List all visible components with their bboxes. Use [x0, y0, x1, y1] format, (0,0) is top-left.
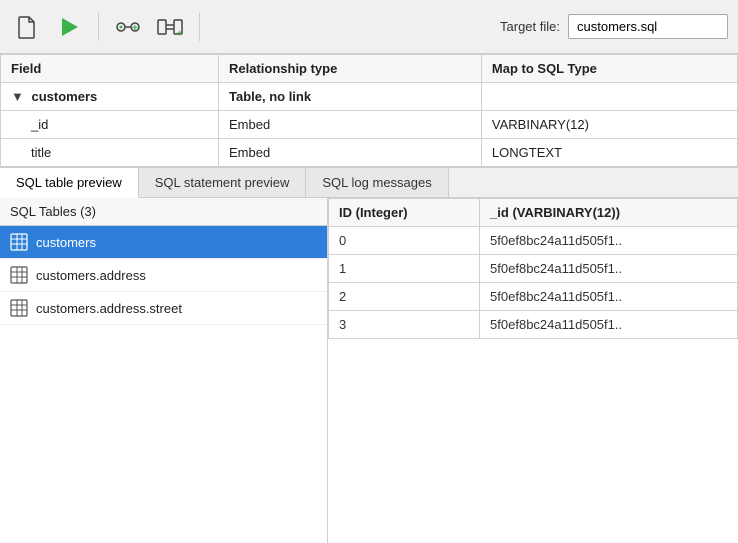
left-panel: SQL Tables (3) customers customers.addre…	[0, 198, 328, 543]
toolbar-divider-2	[199, 13, 200, 41]
table-row: 2 5f0ef8bc24a11d505f1..	[329, 283, 738, 311]
new-file-icon	[16, 15, 38, 39]
rel-type-cell: Table, no link	[218, 83, 481, 111]
tab-sql-table-preview[interactable]: SQL table preview	[0, 168, 139, 198]
bottom-area: SQL Tables (3) customers customers.addre…	[0, 198, 738, 543]
table-row: 1 5f0ef8bc24a11d505f1..	[329, 255, 738, 283]
table-row[interactable]: _id Embed VARBINARY(12)	[1, 111, 738, 139]
id-cell: 0	[329, 227, 480, 255]
sql-table-name: customers	[36, 235, 96, 250]
rel-type-cell: Embed	[218, 111, 481, 139]
rel-type-cell: Embed	[218, 139, 481, 167]
target-file-label: Target file:	[500, 19, 560, 34]
preview-header-row: ID (Integer) _id (VARBINARY(12))	[329, 199, 738, 227]
table-grid-icon	[10, 299, 28, 317]
table-row: 3 5f0ef8bc24a11d505f1..	[329, 311, 738, 339]
field-cell: title	[1, 139, 219, 167]
toolbar: + + Target file:	[0, 0, 738, 54]
sql-tables-header: SQL Tables (3)	[0, 198, 327, 226]
tabs-bar: SQL table preview SQL statement preview …	[0, 167, 738, 198]
connect-icon: +	[157, 16, 183, 38]
table-grid-icon	[10, 233, 28, 251]
table-row[interactable]: title Embed LONGTEXT	[1, 139, 738, 167]
rel-type-header: Relationship type	[218, 55, 481, 83]
schema-table-header-row: Field Relationship type Map to SQL Type	[1, 55, 738, 83]
field-cell: _id	[1, 111, 219, 139]
table-row[interactable]: ▼ customers Table, no link	[1, 83, 738, 111]
val-cell: 5f0ef8bc24a11d505f1..	[480, 227, 738, 255]
target-file-input[interactable]	[568, 14, 728, 39]
table-grid-icon	[10, 266, 28, 284]
sql-table-name: customers.address.street	[36, 301, 182, 316]
sql-table-name: customers.address	[36, 268, 146, 283]
add-relation-button[interactable]: +	[111, 10, 145, 44]
sql-table-item-customers-address[interactable]: customers.address	[0, 259, 327, 292]
table-row: 0 5f0ef8bc24a11d505f1..	[329, 227, 738, 255]
connect-button[interactable]: +	[153, 10, 187, 44]
sql-table-item-customers[interactable]: customers	[0, 226, 327, 259]
sql-type-cell	[481, 83, 737, 111]
id-cell: 3	[329, 311, 480, 339]
svg-text:+: +	[132, 23, 138, 34]
tab-sql-log-messages[interactable]: SQL log messages	[306, 168, 448, 197]
val-cell: 5f0ef8bc24a11d505f1..	[480, 283, 738, 311]
add-relation-icon: +	[115, 16, 141, 38]
id-cell: 2	[329, 283, 480, 311]
val-cell: 5f0ef8bc24a11d505f1..	[480, 255, 738, 283]
id-cell: 1	[329, 255, 480, 283]
sql-table-item-customers-address-street[interactable]: customers.address.street	[0, 292, 327, 325]
sql-type-cell: LONGTEXT	[481, 139, 737, 167]
toolbar-divider-1	[98, 13, 99, 41]
sql-type-header: Map to SQL Type	[481, 55, 737, 83]
run-icon	[58, 16, 80, 38]
sql-type-cell: VARBINARY(12)	[481, 111, 737, 139]
field-cell: ▼ customers	[1, 83, 219, 111]
right-panel: ID (Integer) _id (VARBINARY(12)) 0 5f0ef…	[328, 198, 738, 543]
varbinary-header: _id (VARBINARY(12))	[480, 199, 738, 227]
new-file-button[interactable]	[10, 10, 44, 44]
run-button[interactable]	[52, 10, 86, 44]
id-header: ID (Integer)	[329, 199, 480, 227]
chevron-down-icon: ▼	[11, 89, 24, 104]
schema-table: Field Relationship type Map to SQL Type …	[0, 54, 738, 167]
field-header: Field	[1, 55, 219, 83]
tab-sql-statement-preview[interactable]: SQL statement preview	[139, 168, 307, 197]
preview-table: ID (Integer) _id (VARBINARY(12)) 0 5f0ef…	[328, 198, 738, 339]
svg-text:+: +	[177, 28, 182, 38]
val-cell: 5f0ef8bc24a11d505f1..	[480, 311, 738, 339]
